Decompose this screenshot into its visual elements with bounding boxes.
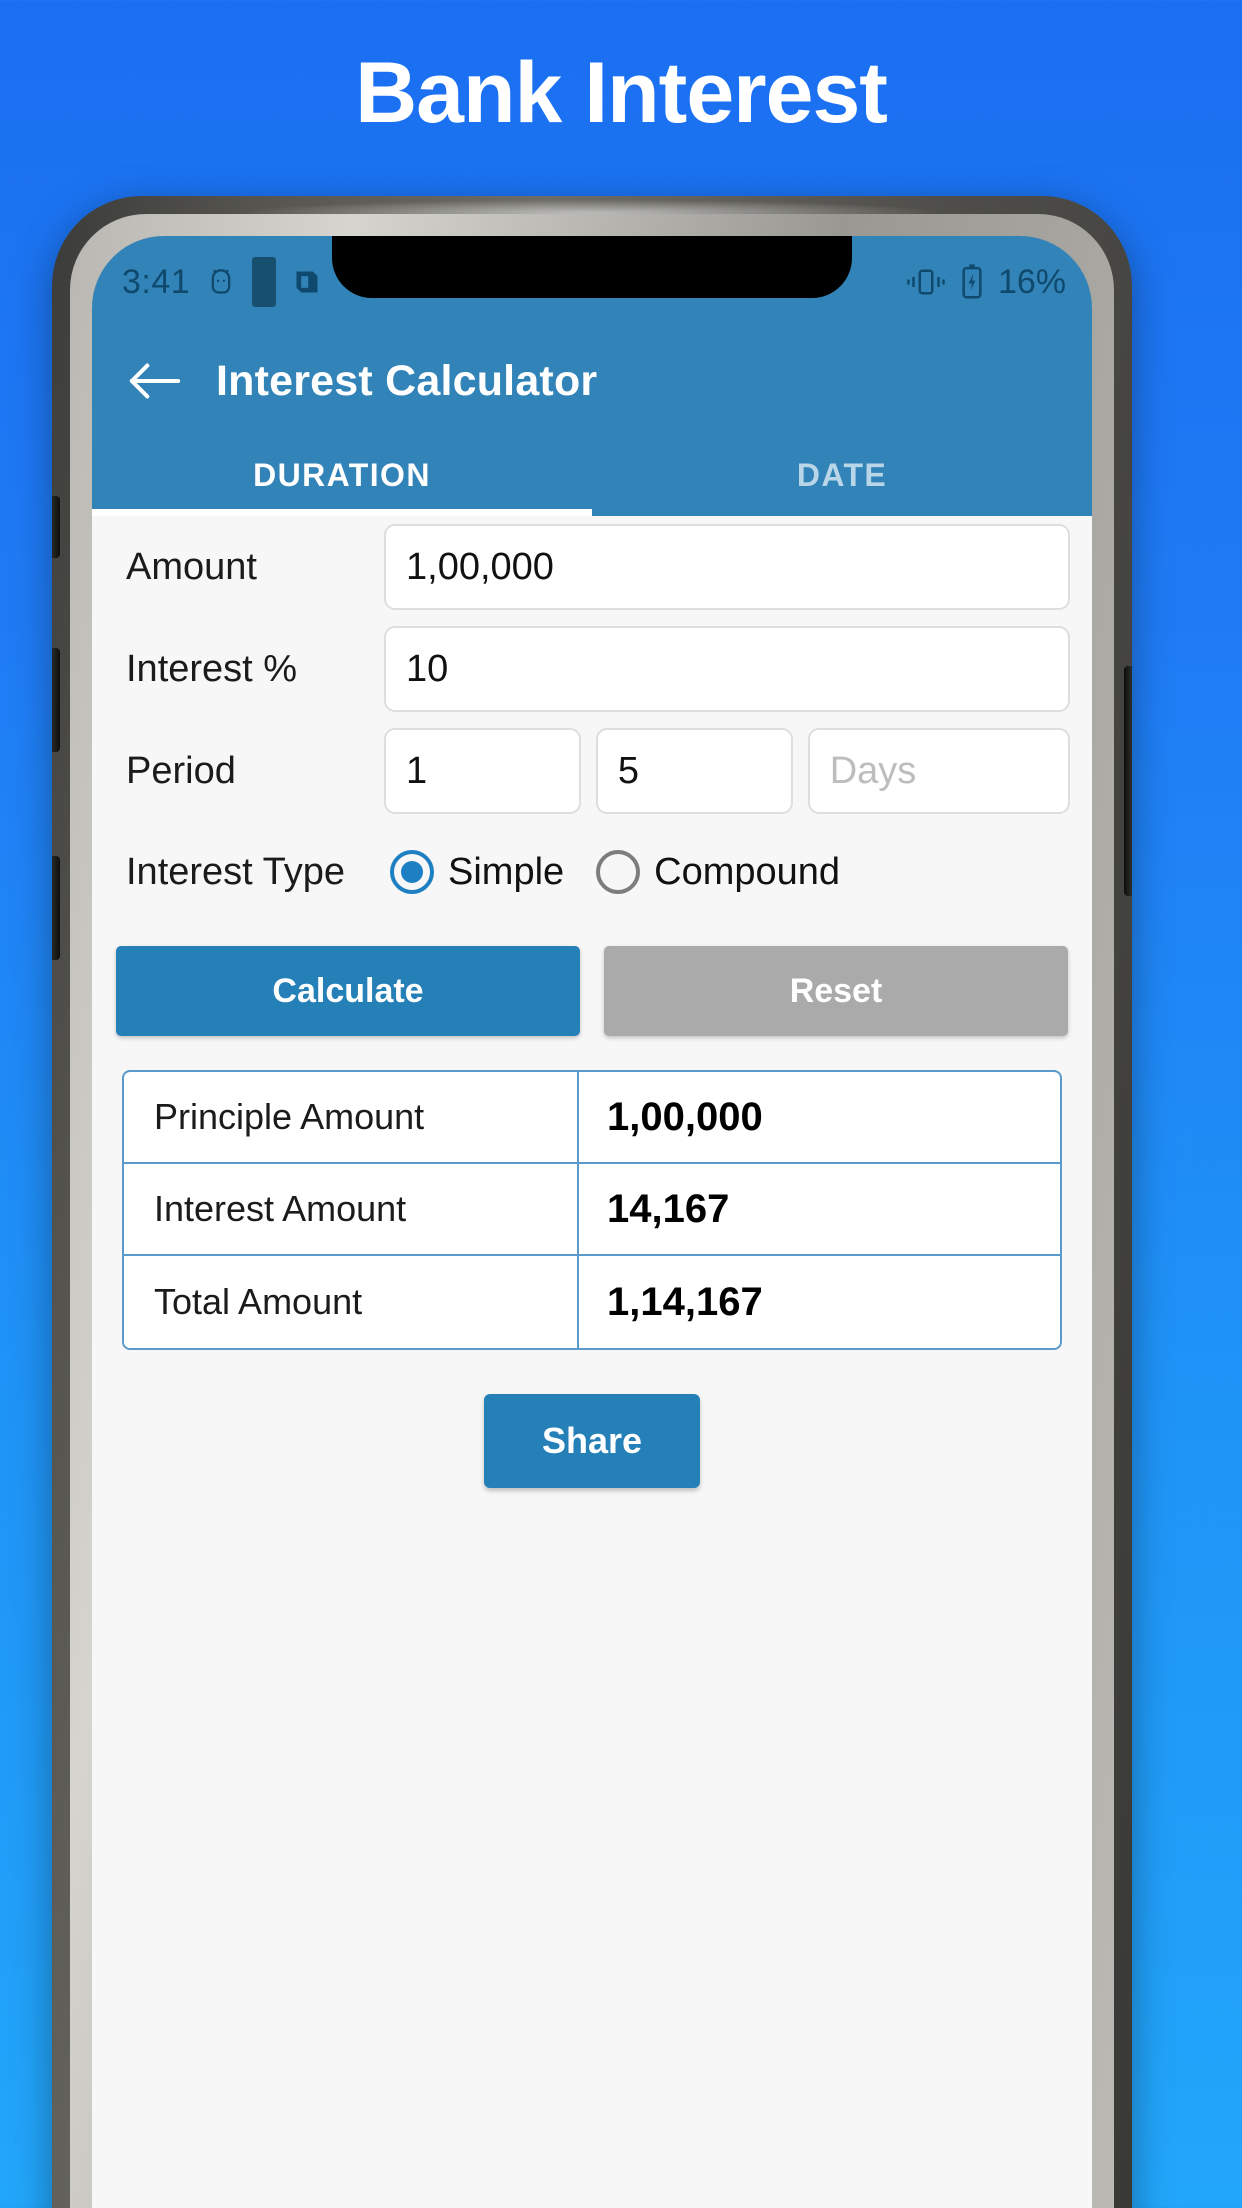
notification-block-icon [252, 257, 277, 307]
phone-screen: 3:41 16% Interest Calculator DURATION DA… [92, 236, 1092, 2208]
period-days-input[interactable]: Days [807, 728, 1071, 814]
table-row: Principle Amount 1,00,000 [124, 1072, 1060, 1164]
vibrate-icon [906, 267, 946, 297]
phone-power-button[interactable] [1124, 666, 1132, 896]
period-years-input[interactable]: 1 [384, 728, 581, 814]
form-row-interest-percent: Interest % 10 [114, 618, 1070, 720]
form-row-amount: Amount 1,00,000 [114, 516, 1070, 618]
promo-title: Bank Interest [355, 45, 888, 141]
period-months-input[interactable]: 5 [595, 728, 793, 814]
principle-amount-label: Principle Amount [124, 1072, 579, 1162]
action-button-row: Calculate Reset [114, 946, 1070, 1036]
phone-mockup-frame: 3:41 16% Interest Calculator DURATION DA… [52, 196, 1132, 2208]
radio-compound-indicator[interactable] [596, 850, 641, 894]
share-button[interactable]: Share [483, 1394, 701, 1488]
tab-date[interactable]: DATE [592, 434, 1092, 516]
results-table: Principle Amount 1,00,000 Interest Amoun… [122, 1070, 1062, 1350]
principle-amount-value: 1,00,000 [607, 1094, 763, 1139]
phone-volume-down-button[interactable] [52, 856, 60, 960]
phone-inner-ring: 3:41 16% Interest Calculator DURATION DA… [70, 214, 1114, 2208]
table-row: Interest Amount 14,167 [124, 1164, 1060, 1256]
app-bar: Interest Calculator [92, 328, 1092, 434]
tab-duration[interactable]: DURATION [92, 434, 592, 516]
share-button-row: Share [114, 1394, 1070, 1488]
page-title: Interest Calculator [216, 356, 598, 405]
period-label: Period [126, 749, 236, 792]
reset-button[interactable]: Reset [604, 946, 1068, 1036]
arrow-left-icon[interactable] [128, 361, 182, 401]
form-row-period: Period 1 5 Days [114, 720, 1071, 822]
status-clock: 3:41 [122, 262, 191, 301]
phone-bezel: 3:41 16% Interest Calculator DURATION DA… [92, 236, 1092, 2208]
amount-input[interactable]: 1,00,000 [384, 524, 1070, 610]
interest-percent-field-group: 10 [384, 626, 1070, 712]
status-bar-right: 16% [906, 236, 1066, 328]
form-row-interest-type: Interest Type Simple Compound [114, 822, 1070, 922]
total-amount-label: Total Amount [124, 1256, 579, 1348]
total-amount-value: 1,14,167 [607, 1279, 763, 1324]
radio-simple-indicator[interactable] [390, 850, 434, 894]
radio-compound-label: Compound [654, 850, 841, 893]
table-row: Total Amount 1,14,167 [124, 1256, 1060, 1348]
display-notch [332, 236, 852, 298]
battery-percent-label: 16% [997, 262, 1066, 301]
main-content: Amount 1,00,000 Interest % 10 Period 1 5… [92, 516, 1092, 2208]
interest-percent-label: Interest % [126, 647, 298, 690]
radio-option-compound[interactable]: Compound [596, 850, 862, 894]
interest-amount-label: Interest Amount [124, 1164, 579, 1254]
period-field-group: 1 5 Days [384, 728, 1071, 814]
interest-amount-value: 14,167 [607, 1186, 730, 1231]
interest-type-label: Interest Type [126, 850, 345, 893]
nfc-icon [293, 268, 321, 296]
calculate-button[interactable]: Calculate [116, 946, 580, 1036]
interest-type-field-group: Simple Compound [384, 850, 1070, 894]
phone-volume-up-button[interactable] [52, 648, 60, 752]
interest-type-radio-group: Simple Compound [384, 850, 862, 894]
interest-percent-input[interactable]: 10 [384, 626, 1070, 712]
status-bar-left: 3:41 [122, 236, 321, 328]
android-debug-icon [207, 267, 235, 297]
tab-bar: DURATION DATE [92, 434, 1092, 516]
amount-label: Amount [126, 545, 257, 588]
phone-side-button-top[interactable] [52, 496, 60, 558]
status-bar: 3:41 16% [92, 236, 1092, 328]
amount-field-group: 1,00,000 [384, 524, 1070, 610]
radio-simple-label: Simple [448, 850, 565, 893]
battery-charging-icon [960, 264, 984, 300]
radio-option-simple[interactable]: Simple [390, 850, 586, 894]
